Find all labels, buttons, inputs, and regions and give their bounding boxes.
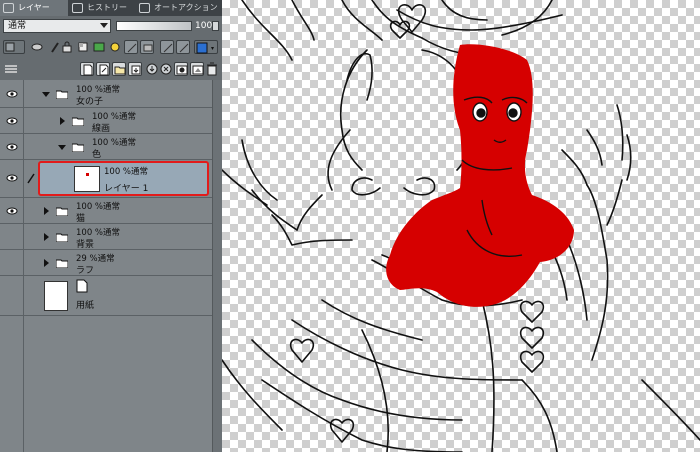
layer-color-swatch[interactable]	[194, 40, 218, 54]
blend-mode-select[interactable]: 通常	[3, 19, 111, 33]
visibility-toggle[interactable]	[0, 134, 24, 159]
visibility-toggle	[0, 276, 24, 315]
drawing-canvas[interactable]	[222, 0, 700, 452]
eye-icon	[6, 174, 18, 182]
layer-row[interactable]: 100 %通常 背景	[0, 224, 212, 250]
eye-icon	[6, 117, 18, 125]
chevron-right-icon[interactable]	[44, 259, 49, 267]
layer-row[interactable]: 100 %通常 線画	[0, 108, 212, 134]
folder-icon	[56, 259, 68, 268]
layer-row[interactable]: 100 %通常 色	[0, 134, 212, 160]
paper-thumbnail	[44, 281, 68, 311]
transfer-down-button[interactable]	[128, 62, 142, 76]
tab-auto-action-label: オートアクション	[154, 3, 218, 12]
mask-icon[interactable]	[30, 40, 44, 54]
layer-name: 線画	[92, 124, 111, 134]
tab-auto-action[interactable]: オートアクション	[136, 0, 222, 16]
selected-layer-highlight[interactable]: 100 %通常 レイヤー 1	[38, 161, 209, 196]
layer-row[interactable]: 29 %通常 ラフ	[0, 250, 212, 276]
reference-layer-icon[interactable]	[108, 40, 122, 54]
visibility-column-empty	[0, 316, 24, 452]
trash-icon[interactable]	[206, 62, 218, 79]
folder-icon	[56, 90, 68, 99]
apply-mask-button[interactable]	[190, 62, 204, 76]
lock-transparency-icon[interactable]	[76, 40, 90, 54]
layer-row[interactable]: 100 %通常 猫	[0, 198, 212, 224]
layer-mask-button[interactable]	[174, 62, 188, 76]
chevron-down-icon[interactable]	[42, 92, 50, 97]
panel-tab-bar: レイヤー ヒストリー オートアクション	[0, 0, 222, 16]
eye-icon	[6, 143, 18, 151]
new-raster-layer-button[interactable]	[80, 62, 94, 76]
visibility-toggle[interactable]	[0, 108, 24, 133]
layer-row-paper[interactable]: 用紙	[0, 276, 212, 316]
layer-menu-icon[interactable]	[4, 63, 18, 78]
tab-layer-label: レイヤー	[18, 3, 50, 12]
expression-color-button[interactable]	[3, 40, 25, 54]
folder-icon	[56, 233, 68, 242]
opacity-spinner[interactable]	[212, 21, 219, 31]
line-art-illustration	[222, 0, 700, 452]
new-folder-button[interactable]	[112, 62, 126, 76]
layer-panel: レイヤー ヒストリー オートアクション 通常 100 100 %通常 女の子 1…	[0, 0, 222, 452]
chevron-down-icon	[100, 23, 108, 28]
layer-name: 色	[92, 150, 102, 160]
layer-name: 用紙	[76, 301, 95, 311]
draft-layer-button[interactable]	[124, 40, 138, 54]
blend-mode-value: 通常	[8, 21, 27, 31]
show-layer-color-button[interactable]	[160, 40, 174, 54]
palette-color-button[interactable]	[140, 40, 154, 54]
layer-row[interactable]: 100 %通常 女の子	[0, 80, 212, 108]
layer-opacity-mode: 100 %通常	[104, 167, 149, 177]
blend-row: 通常 100	[0, 16, 222, 36]
opacity-value[interactable]: 100	[195, 19, 212, 33]
eye-icon	[6, 90, 18, 98]
auto-action-icon	[139, 3, 150, 13]
folder-icon	[72, 117, 84, 126]
layer-thumbnail	[74, 166, 100, 192]
visibility-toggle[interactable]	[0, 80, 24, 107]
eye-icon	[6, 207, 18, 215]
chevron-down-icon[interactable]	[58, 145, 66, 150]
tab-layer[interactable]: レイヤー	[0, 0, 68, 16]
opacity-slider[interactable]	[116, 21, 192, 31]
chevron-right-icon[interactable]	[60, 117, 65, 125]
chevron-right-icon[interactable]	[44, 207, 49, 215]
clipping-icon[interactable]	[92, 40, 106, 54]
tab-history[interactable]: ヒストリー	[69, 0, 135, 16]
layer-name: 背景	[76, 240, 95, 250]
paper-icon	[76, 279, 88, 293]
layers-icon	[3, 3, 14, 13]
layer-name: ラフ	[76, 266, 95, 276]
new-vector-layer-button[interactable]	[96, 62, 110, 76]
layer-list-scrollbar[interactable]	[212, 80, 222, 452]
folder-icon	[72, 143, 84, 152]
history-icon	[72, 3, 83, 13]
layer-property-toolbar	[0, 36, 222, 58]
merge-down-icon[interactable]	[146, 63, 158, 78]
visibility-toggle[interactable]	[0, 198, 24, 223]
visibility-toggle	[0, 224, 24, 249]
visibility-toggle[interactable]	[0, 160, 24, 197]
merge-selected-icon[interactable]	[160, 63, 172, 78]
visibility-toggle	[0, 250, 24, 275]
layer-command-toolbar	[0, 58, 222, 81]
color-fill-region	[386, 44, 574, 307]
tab-history-label: ヒストリー	[87, 3, 127, 12]
pen-icon	[27, 173, 35, 184]
layer-name: 女の子	[76, 97, 104, 107]
folder-icon	[56, 207, 68, 216]
layer-color-button[interactable]	[176, 40, 190, 54]
lock-icon[interactable]	[60, 40, 74, 54]
layer-name: 猫	[76, 214, 86, 224]
chevron-right-icon[interactable]	[44, 233, 49, 241]
layer-name: レイヤー 1	[104, 184, 149, 194]
